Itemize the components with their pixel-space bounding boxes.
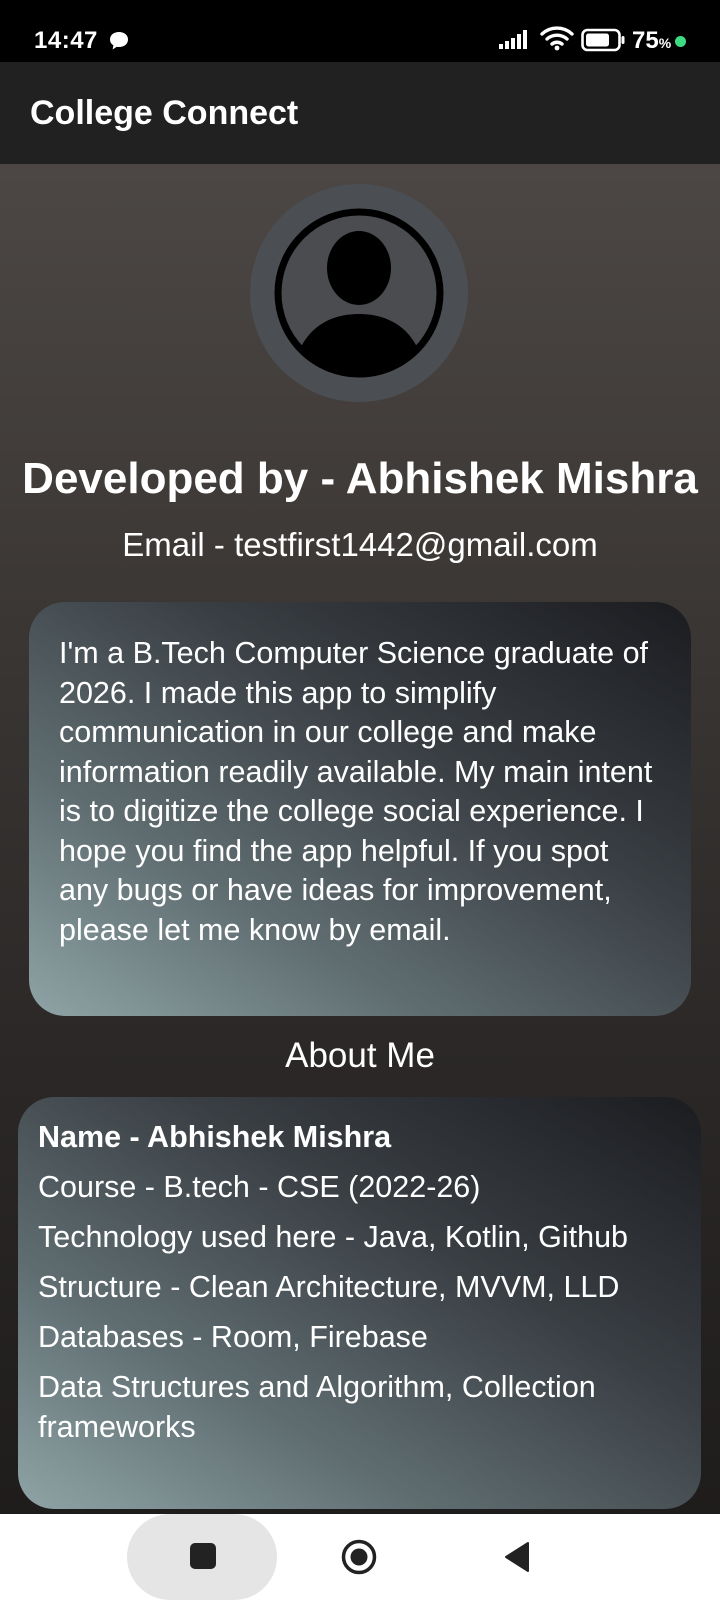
bio-card: I'm a B.Tech Computer Science graduate o… xyxy=(29,602,691,1016)
recents-button[interactable] xyxy=(127,1514,277,1600)
info-structure: Structure - Clean Architecture, MVVM, LL… xyxy=(38,1270,620,1304)
circle-home-icon[interactable] xyxy=(340,1538,378,1576)
info-databases: Databases - Room, Firebase xyxy=(38,1320,428,1354)
about-screen-content[interactable]: Developed by - Abhishek Mishra Email - t… xyxy=(0,164,720,1514)
app-bar: College Connect xyxy=(0,62,720,164)
battery-percent: 75% xyxy=(632,27,672,54)
about-me-card: Name - Abhishek Mishra Course - B.tech -… xyxy=(18,1097,701,1509)
info-data-structures: Data Structures and Algorithm, Collectio… xyxy=(38,1370,596,1444)
signal-icon xyxy=(499,30,527,49)
developer-email[interactable]: Email - testfirst1442@gmail.com xyxy=(0,524,720,566)
square-recents-icon xyxy=(190,1543,216,1569)
about-me-heading: About Me xyxy=(285,1036,435,1075)
person-silhouette-icon xyxy=(274,208,444,378)
info-course: Course - B.tech - CSE (2022-26) xyxy=(38,1170,481,1204)
battery-indicator-dot xyxy=(675,36,686,47)
status-time: 14:47 xyxy=(34,27,98,54)
chat-bubble-icon xyxy=(110,32,128,50)
info-technology: Technology used here - Java, Kotlin, Git… xyxy=(38,1220,629,1254)
triangle-back-icon[interactable] xyxy=(502,1540,532,1574)
status-bar: 14:47 75% xyxy=(0,0,720,62)
wifi-icon xyxy=(540,26,574,51)
info-name: Name - Abhishek Mishra xyxy=(38,1120,392,1154)
app-title: College Connect xyxy=(30,94,299,132)
developer-name: Developed by - Abhishek Mishra xyxy=(22,454,698,503)
system-nav-bar xyxy=(0,1514,720,1600)
battery-icon xyxy=(581,28,625,52)
avatar xyxy=(250,184,468,402)
